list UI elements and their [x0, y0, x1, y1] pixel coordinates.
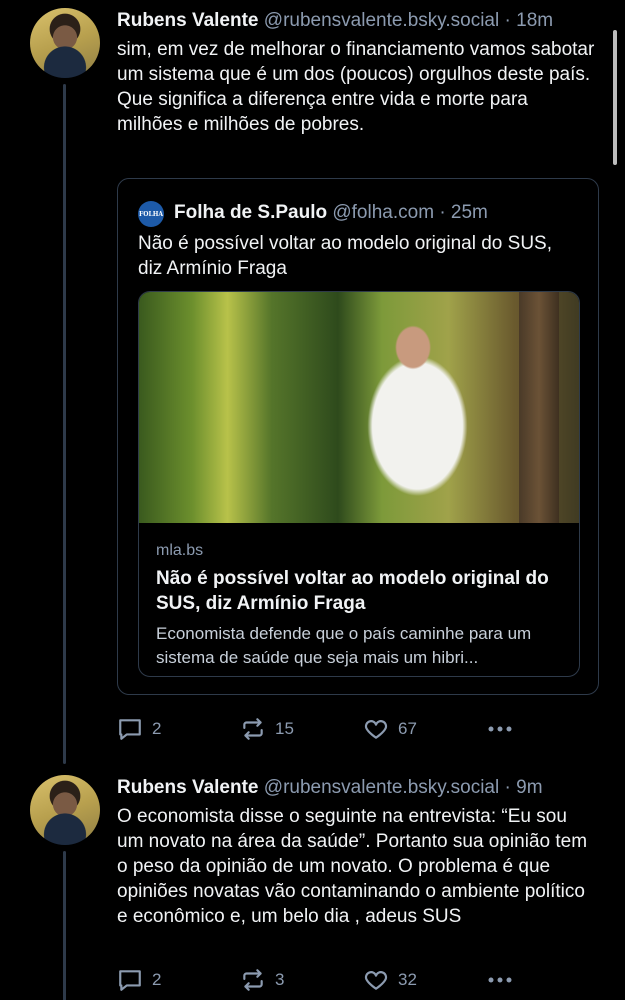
post-text: sim, em vez de melhorar o financiamento … — [117, 39, 595, 135]
folha-logo-icon: FOLHA — [138, 201, 164, 227]
more-options-button[interactable] — [485, 714, 515, 744]
repost-arrows-icon — [243, 969, 263, 991]
post-header: Rubens Valente @rubensvalente.bsky.socia… — [117, 9, 613, 33]
link-card[interactable]: mla.bs Não é possível voltar ao modelo o… — [138, 291, 580, 677]
author-handle[interactable]: @rubensvalente.bsky.social — [264, 777, 499, 798]
post-1[interactable]: Rubens Valente @rubensvalente.bsky.socia… — [0, 0, 625, 765]
separator-dot: · — [439, 202, 446, 223]
quote-author-name[interactable]: Folha de S.Paulo — [174, 202, 327, 223]
quote-time[interactable]: 25m — [451, 202, 488, 223]
quote-header: Folha de S.Paulo @folha.com · 25m — [174, 201, 488, 225]
post-time[interactable]: 18m — [516, 10, 553, 31]
post-2[interactable]: Rubens Valente @rubensvalente.bsky.socia… — [0, 765, 625, 1000]
post-text: O economista disse o seguinte na entrevi… — [117, 806, 588, 927]
speech-bubble-icon — [119, 719, 141, 740]
tree-trunk-shape — [519, 292, 559, 523]
like-button[interactable]: 32 — [363, 965, 417, 995]
separator-dot: · — [504, 777, 511, 798]
reply-count: 2 — [152, 719, 162, 738]
speech-bubble-icon — [119, 970, 141, 991]
link-card-domain: mla.bs — [156, 542, 204, 559]
post-actions: 2 3 32 — [117, 965, 517, 995]
separator-dot: · — [504, 10, 511, 31]
ellipsis-icon — [488, 977, 512, 983]
reply-button[interactable]: 2 — [117, 965, 161, 995]
reply-count: 2 — [152, 970, 162, 989]
post-actions: 2 15 67 — [117, 714, 517, 744]
repost-button[interactable]: 15 — [240, 714, 294, 744]
author-handle[interactable]: @rubensvalente.bsky.social — [264, 10, 499, 31]
post-time[interactable]: 9m — [516, 777, 542, 798]
thread-view: Rubens Valente @rubensvalente.bsky.socia… — [0, 0, 625, 1000]
repost-count: 3 — [275, 970, 285, 989]
author-name[interactable]: Rubens Valente — [117, 777, 259, 798]
thread-line — [63, 851, 66, 1000]
repost-arrows-icon — [243, 718, 263, 740]
reply-button[interactable]: 2 — [117, 714, 161, 744]
post-header: Rubens Valente @rubensvalente.bsky.socia… — [117, 776, 613, 800]
like-count: 32 — [398, 970, 417, 989]
avatar[interactable] — [30, 8, 100, 78]
author-name[interactable]: Rubens Valente — [117, 10, 259, 31]
more-options-button[interactable] — [485, 965, 515, 995]
repost-button[interactable]: 3 — [240, 965, 284, 995]
like-count: 67 — [398, 719, 417, 738]
scrollbar[interactable] — [613, 30, 617, 165]
quoted-post[interactable]: FOLHA Folha de S.Paulo @folha.com · 25m … — [117, 178, 599, 695]
heart-outline-icon — [364, 720, 388, 739]
like-button[interactable]: 67 — [363, 714, 417, 744]
heart-outline-icon — [364, 971, 388, 990]
repost-count: 15 — [275, 719, 294, 738]
quote-text: Não é possível voltar ao modelo original… — [138, 233, 553, 279]
avatar[interactable] — [30, 775, 100, 845]
thread-line — [63, 84, 66, 764]
ellipsis-icon — [488, 726, 512, 732]
link-card-image — [139, 292, 579, 523]
link-card-title: Não é possível voltar ao modelo original… — [156, 568, 549, 614]
link-card-description: Economista defende que o país caminhe pa… — [156, 624, 532, 667]
quote-author-handle[interactable]: @folha.com — [332, 202, 434, 223]
